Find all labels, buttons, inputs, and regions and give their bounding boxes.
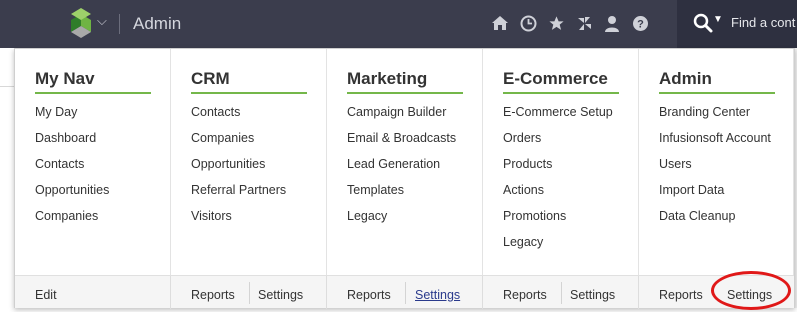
help-icon[interactable]: ? bbox=[630, 13, 650, 33]
menu-item-infusionsoft-account[interactable]: Infusionsoft Account bbox=[659, 132, 771, 158]
menu-item-contacts[interactable]: Contacts bbox=[35, 158, 109, 184]
title-underline bbox=[659, 92, 775, 94]
menu-item-products[interactable]: Products bbox=[503, 158, 613, 184]
menu-item-referral-partners[interactable]: Referral Partners bbox=[191, 184, 286, 210]
menu-item-promotions[interactable]: Promotions bbox=[503, 210, 613, 236]
menu-column-admin: Admin Branding Center Infusionsoft Accou… bbox=[639, 49, 794, 275]
menu-item-email-broadcasts[interactable]: Email & Broadcasts bbox=[347, 132, 456, 158]
menu-item-import-data[interactable]: Import Data bbox=[659, 184, 771, 210]
reports-button[interactable]: Reports bbox=[191, 288, 235, 302]
settings-button[interactable]: Settings bbox=[570, 288, 615, 302]
footer-divider bbox=[405, 282, 406, 304]
menu-item-opportunities[interactable]: Opportunities bbox=[191, 158, 286, 184]
title-underline bbox=[35, 92, 151, 94]
app-logo-icon[interactable] bbox=[69, 8, 93, 38]
menu-item-orders[interactable]: Orders bbox=[503, 132, 613, 158]
menu-item-templates[interactable]: Templates bbox=[347, 184, 456, 210]
menu-item-opportunities[interactable]: Opportunities bbox=[35, 184, 109, 210]
footer-divider bbox=[561, 282, 562, 304]
menu-column-crm: CRM Contacts Companies Opportunities Ref… bbox=[171, 49, 327, 275]
menu-column-my-nav: My Nav My Day Dashboard Contacts Opportu… bbox=[15, 49, 171, 275]
menu-item-lead-generation[interactable]: Lead Generation bbox=[347, 158, 456, 184]
menu-item-actions[interactable]: Actions bbox=[503, 184, 613, 210]
menu-item-legacy[interactable]: Legacy bbox=[503, 236, 613, 262]
menu-footer: Edit Reports Settings Reports Settings R… bbox=[15, 275, 794, 309]
title-underline bbox=[503, 92, 619, 94]
edit-button[interactable]: Edit bbox=[35, 288, 57, 302]
settings-button[interactable]: Settings bbox=[258, 288, 303, 302]
search-icon[interactable] bbox=[692, 12, 714, 34]
menu-item-campaign-builder[interactable]: Campaign Builder bbox=[347, 106, 456, 132]
menu-column-title: My Nav bbox=[35, 69, 95, 88]
menu-item-legacy[interactable]: Legacy bbox=[347, 210, 456, 236]
menu-column-title: Marketing bbox=[347, 69, 428, 88]
menu-column-title: E-Commerce bbox=[503, 69, 608, 88]
menu-item-data-cleanup[interactable]: Data Cleanup bbox=[659, 210, 771, 236]
search-input[interactable]: Find a cont bbox=[731, 15, 795, 30]
menu-column-marketing: Marketing Campaign Builder Email & Broad… bbox=[327, 49, 483, 275]
menu-item-branding-center[interactable]: Branding Center bbox=[659, 106, 771, 132]
menu-column-title: Admin bbox=[659, 69, 712, 88]
topbar-icons: ? bbox=[490, 13, 650, 33]
menu-item-users[interactable]: Users bbox=[659, 158, 771, 184]
menu-column-title: CRM bbox=[191, 69, 230, 88]
svg-text:?: ? bbox=[637, 18, 644, 30]
person-icon[interactable] bbox=[602, 13, 622, 33]
menu-item-companies[interactable]: Companies bbox=[35, 210, 109, 236]
reports-button[interactable]: Reports bbox=[503, 288, 547, 302]
search-scope-caret-icon[interactable]: ▼ bbox=[713, 14, 723, 25]
menu-item-dashboard[interactable]: Dashboard bbox=[35, 132, 109, 158]
title-underline bbox=[347, 92, 463, 94]
footer-cell-crm: Reports Settings bbox=[171, 276, 327, 309]
clock-icon[interactable] bbox=[518, 13, 538, 33]
home-icon[interactable] bbox=[490, 13, 510, 33]
footer-cell-marketing: Reports Settings bbox=[327, 276, 483, 309]
footer-cell-ecommerce: Reports Settings bbox=[483, 276, 639, 309]
app-title: Admin bbox=[133, 14, 182, 33]
reports-button[interactable]: Reports bbox=[659, 288, 703, 302]
star-icon[interactable] bbox=[546, 13, 566, 33]
menu-item-my-day[interactable]: My Day bbox=[35, 106, 109, 132]
footer-cell-my-nav: Edit bbox=[15, 276, 171, 309]
menu-item-visitors[interactable]: Visitors bbox=[191, 210, 286, 236]
pinwheel-icon[interactable] bbox=[574, 13, 594, 33]
highlight-circle bbox=[711, 271, 791, 310]
navigation-menu: My Nav My Day Dashboard Contacts Opportu… bbox=[14, 48, 795, 309]
menu-item-ecommerce-setup[interactable]: E-Commerce Setup bbox=[503, 106, 613, 132]
menu-item-companies[interactable]: Companies bbox=[191, 132, 286, 158]
topbar-divider bbox=[119, 14, 120, 34]
app-switcher-chevron-down-icon[interactable]: ⌵ bbox=[97, 13, 107, 29]
menu-column-ecommerce: E-Commerce E-Commerce Setup Orders Produ… bbox=[483, 49, 639, 275]
page-divider bbox=[0, 86, 14, 87]
reports-button[interactable]: Reports bbox=[347, 288, 391, 302]
menu-item-contacts[interactable]: Contacts bbox=[191, 106, 286, 132]
title-underline bbox=[191, 92, 307, 94]
settings-button[interactable]: Settings bbox=[415, 288, 460, 302]
footer-divider bbox=[249, 282, 250, 304]
